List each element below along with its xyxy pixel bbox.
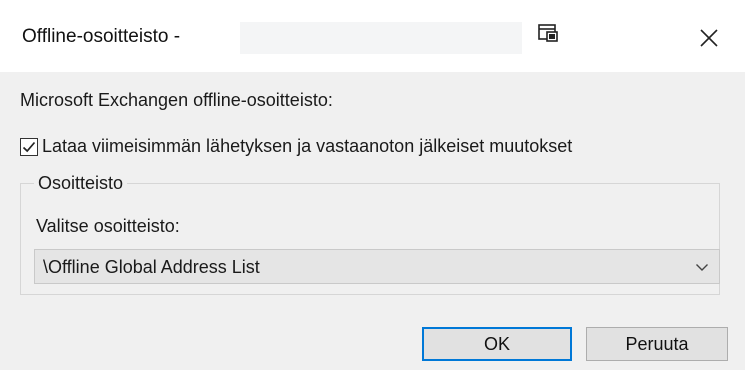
download-changes-checkbox[interactable] [20, 137, 38, 156]
ok-button[interactable]: OK [422, 327, 572, 361]
title-bar: Offline-osoitteisto - [0, 0, 745, 72]
title-redacted-area [240, 22, 522, 54]
address-book-select[interactable]: \Offline Global Address List [34, 249, 720, 284]
address-book-group-legend: Osoitteisto [34, 173, 128, 194]
checkmark-icon [22, 141, 36, 152]
close-icon[interactable] [695, 24, 723, 52]
dialog-window: Offline-osoitteisto - Microsoft Exchange… [0, 0, 745, 370]
choose-address-book-label: Valitse osoitteisto: [36, 216, 180, 236]
download-changes-checkbox-row[interactable]: Lataa viimeisimmän lähetyksen ja vastaan… [20, 136, 572, 157]
cancel-button[interactable]: Peruuta [586, 327, 728, 361]
chevron-down-icon [696, 264, 708, 271]
address-book-select-value: \Offline Global Address List [43, 257, 260, 277]
window-pin-icon[interactable] [536, 22, 562, 48]
dialog-title: Offline-osoitteisto - [22, 26, 181, 47]
exchange-offline-label: Microsoft Exchangen offline-osoitteisto: [20, 90, 333, 110]
download-changes-label: Lataa viimeisimmän lähetyksen ja vastaan… [42, 136, 573, 156]
